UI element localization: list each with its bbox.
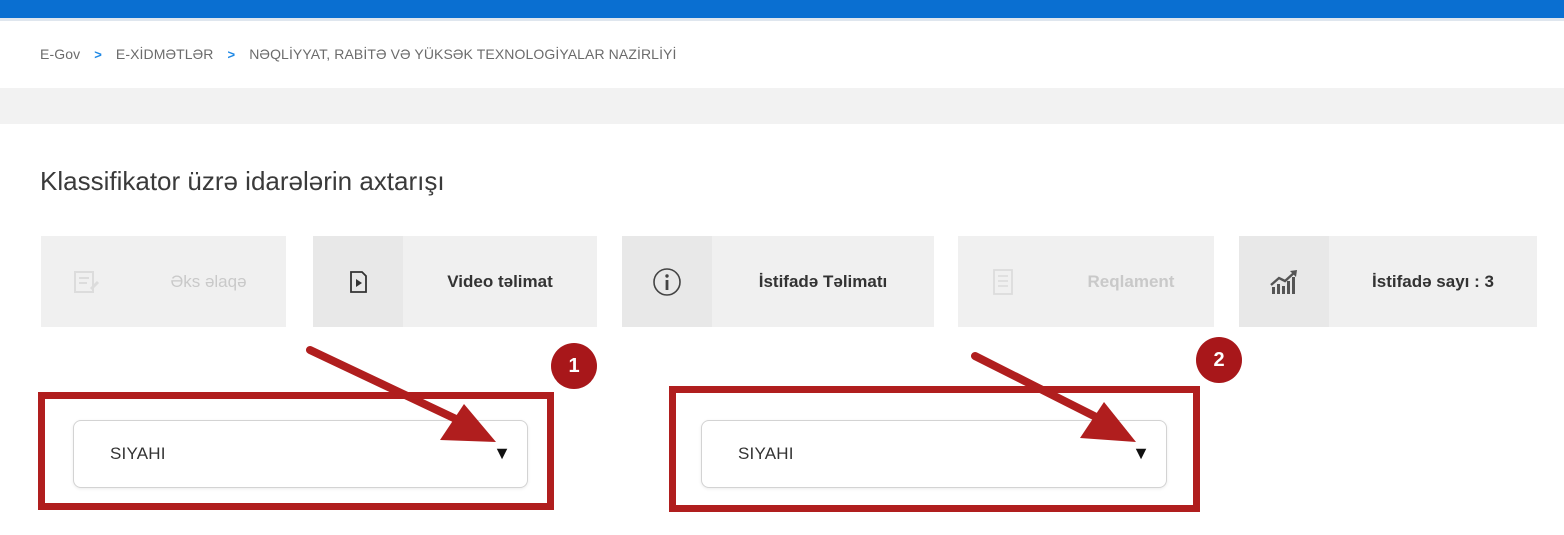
- video-tutorial-label: Video təlimat: [447, 271, 553, 291]
- video-play-icon: [313, 236, 403, 327]
- page: E-Gov > E-XİDMƏTLƏR > NƏQLİYYAT, RABİTƏ …: [0, 0, 1564, 535]
- page-title: Klassifikator üzrə idarələrin axtarışı: [40, 166, 445, 196]
- user-guide-label: İstifadə Təlimatı: [758, 271, 888, 291]
- regulation-label: Reqlament: [1087, 271, 1175, 291]
- annotation-highlight-2: [669, 386, 1200, 512]
- annotation-badge-2: 2: [1196, 337, 1242, 383]
- top-header-bar: [0, 0, 1564, 18]
- breadcrumb-item-ministry[interactable]: NƏQLİYYAT, RABİTƏ VƏ YÜKSƏK TEXNOLOGİYAL…: [249, 46, 676, 62]
- breadcrumb-item-egov[interactable]: E-Gov: [40, 46, 80, 62]
- feedback-label: Əks əlaqə: [170, 271, 247, 291]
- usage-count-label: İstifadə sayı : 3: [1372, 271, 1494, 291]
- info-icon: [622, 236, 712, 327]
- chart-growth-icon: [1239, 236, 1329, 327]
- regulation-button[interactable]: Reqlament: [958, 236, 1214, 327]
- breadcrumb: E-Gov > E-XİDMƏTLƏR > NƏQLİYYAT, RABİTƏ …: [40, 43, 676, 65]
- breadcrumb-separator-icon: >: [94, 46, 102, 62]
- feedback-icon: [41, 236, 131, 327]
- section-divider-band: [0, 88, 1564, 124]
- annotation-badge-1: 1: [551, 343, 597, 389]
- annotation-highlight-1: [38, 392, 554, 510]
- user-guide-button[interactable]: İstifadə Təlimatı: [622, 236, 934, 327]
- breadcrumb-item-e-services[interactable]: E-XİDMƏTLƏR: [116, 46, 214, 62]
- usage-count-button[interactable]: İstifadə sayı : 3: [1239, 236, 1537, 327]
- document-icon: [958, 236, 1048, 327]
- breadcrumb-separator-icon: >: [227, 46, 236, 62]
- header-shadow: [0, 18, 1564, 21]
- video-tutorial-button[interactable]: Video təlimat: [313, 236, 597, 327]
- feedback-button[interactable]: Əks əlaqə: [41, 236, 286, 327]
